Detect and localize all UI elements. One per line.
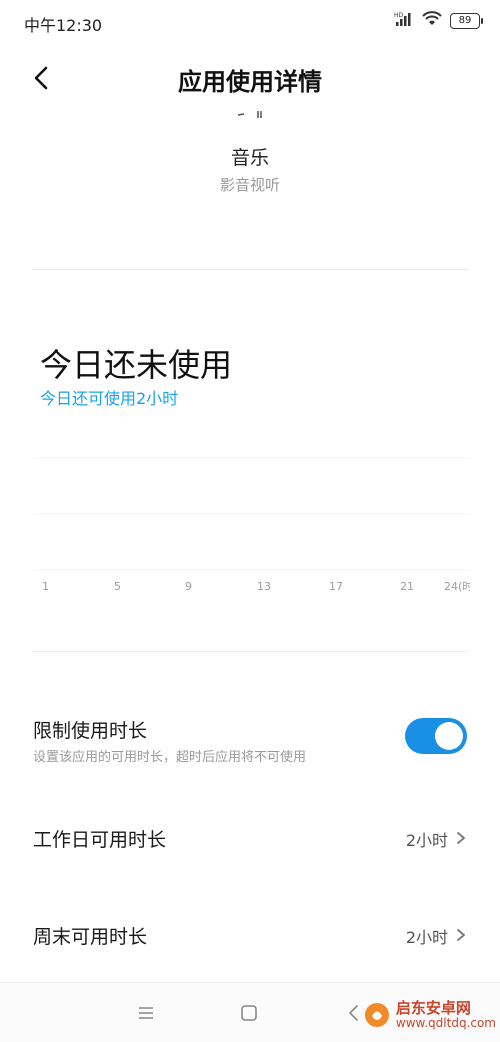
chevron-right-icon	[457, 832, 465, 844]
chart-x-tick-label: 5	[114, 580, 121, 593]
usage-remaining-text: 今日还可使用2小时	[40, 389, 179, 408]
status-icons: HD 89	[394, 10, 483, 32]
chart-x-tick-label: 24(时)	[444, 580, 470, 593]
usage-chart: 1 5 9 13 17 21 24(时)	[34, 440, 470, 610]
home-icon	[241, 1005, 257, 1021]
chevron-right-icon	[457, 929, 465, 941]
chart-x-tick-label: 17	[329, 580, 343, 593]
app-usage-detail-page: 中午12:30 HD 89 应用使用详情 音乐 影音视听 今日还未使用 今日还可…	[0, 0, 500, 1042]
menu-icon	[139, 1007, 153, 1019]
recent-apps-button[interactable]	[134, 1001, 158, 1025]
watermark-text-block: 启东安卓网 www.qdltdq.com	[396, 1000, 496, 1030]
weekend-limit-title: 周末可用时长	[33, 926, 148, 948]
status-bar: 中午12:30 HD 89	[0, 0, 500, 46]
battery-icon: 89	[450, 13, 483, 29]
weekday-limit-value: 2小时	[405, 831, 448, 850]
weekend-limit-row[interactable]: 周末可用时长 2小时	[0, 903, 500, 967]
home-button[interactable]	[237, 1001, 261, 1025]
weekday-limit-title: 工作日可用时长	[33, 829, 167, 851]
app-name: 音乐	[230, 147, 269, 169]
back-icon	[349, 1005, 358, 1021]
weekend-limit-value: 2小时	[405, 928, 448, 947]
page-title: 应用使用详情	[178, 68, 322, 96]
toggle-knob	[435, 722, 463, 750]
divider	[32, 269, 468, 270]
app-category: 影音视听	[219, 176, 280, 194]
chart-x-tick-label: 9	[185, 580, 192, 593]
wifi-icon	[422, 11, 442, 31]
watermark-logo-icon	[364, 1003, 389, 1027]
chart-x-tick-label: 21	[400, 580, 414, 593]
signal-icon: HD	[394, 11, 414, 31]
usage-title: 今日还未使用	[40, 346, 233, 384]
limit-usage-title: 限制使用时长	[33, 720, 148, 742]
status-time: 中午12:30	[24, 16, 103, 35]
limit-usage-toggle[interactable]	[405, 718, 467, 754]
chart-x-tick-label: 1	[42, 580, 49, 593]
limit-usage-row: 限制使用时长 设置该应用的可用时长，超时后应用将不可使用	[0, 700, 500, 780]
hd-label: HD	[394, 12, 404, 19]
nav-back-button[interactable]	[342, 1001, 366, 1025]
header: 应用使用详情	[0, 46, 500, 112]
app-icon	[236, 106, 266, 120]
chart-x-tick-label: 13	[257, 580, 271, 593]
limit-usage-desc: 设置该应用的可用时长，超时后应用将不可使用	[33, 750, 307, 765]
watermark-url: www.qdltdq.com	[395, 1016, 496, 1030]
divider	[32, 651, 468, 652]
watermark: 启东安卓网 www.qdltdq.com	[364, 1000, 496, 1030]
usage-chart-svg: 1 5 9 13 17 21 24(时)	[34, 457, 470, 593]
watermark-text: 启东安卓网	[395, 999, 471, 1017]
weekday-limit-row[interactable]: 工作日可用时长 2小时	[0, 805, 500, 869]
